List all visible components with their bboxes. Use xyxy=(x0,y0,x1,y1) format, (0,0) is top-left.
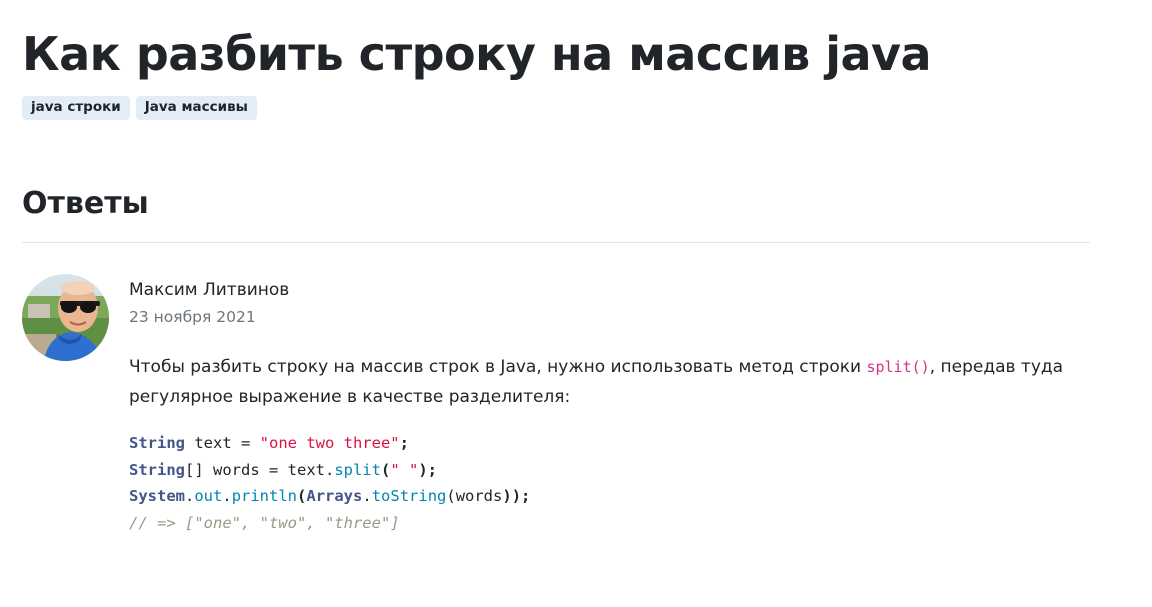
code-token: text = xyxy=(185,434,260,452)
code-token: )); xyxy=(502,487,531,505)
answer-text-part1: Чтобы разбить строку на массив строк в J… xyxy=(129,357,867,377)
code-token: " " xyxy=(390,460,419,479)
code-token: split xyxy=(334,460,381,479)
code-token: ; xyxy=(399,434,409,452)
answers-heading: Ответы xyxy=(22,186,149,221)
avatar-photo xyxy=(22,274,109,361)
avatar[interactable] xyxy=(22,274,109,361)
code-token: "one two three" xyxy=(259,434,400,452)
code-token: . xyxy=(185,487,195,505)
page-title: Как разбить строку на массив java xyxy=(22,27,932,81)
code-block: String text = "one two three"; String[] … xyxy=(129,430,530,536)
code-token: String xyxy=(129,434,185,452)
page: Как разбить строку на массив java java с… xyxy=(0,0,1152,607)
code-token: [] words = text. xyxy=(185,460,335,479)
code-token: ); xyxy=(418,460,437,479)
code-line-1: String text = "one two three"; xyxy=(129,434,409,452)
code-token: ( xyxy=(380,460,391,479)
code-token: println xyxy=(231,487,298,505)
code-token: . xyxy=(222,487,232,505)
code-token: System xyxy=(129,487,185,505)
code-token: (words xyxy=(446,487,503,505)
code-line-4: // => ["one", "two", "three"] xyxy=(129,513,400,532)
tag-java-strings[interactable]: java строки xyxy=(22,96,130,120)
code-token: toString xyxy=(371,487,447,505)
code-token: String xyxy=(129,460,185,479)
code-token: ( xyxy=(297,487,307,505)
author-name[interactable]: Максим Литвинов xyxy=(129,278,289,302)
code-token: out xyxy=(194,487,223,505)
answer-date: 23 ноября 2021 xyxy=(129,308,256,326)
code-line-3: System.out.println(Arrays.toString(words… xyxy=(129,487,530,505)
answer-text: Чтобы разбить строку на массив строк в J… xyxy=(129,352,1089,412)
tag-list: java строки Java массивы xyxy=(22,96,257,120)
tag-java-arrays[interactable]: Java массивы xyxy=(135,96,257,120)
code-line-2: String[] words = text.split(" "); xyxy=(129,461,437,479)
code-token: . xyxy=(362,487,372,505)
inline-code: split() xyxy=(866,358,930,376)
divider xyxy=(22,242,1090,243)
code-token: Arrays xyxy=(306,487,363,505)
